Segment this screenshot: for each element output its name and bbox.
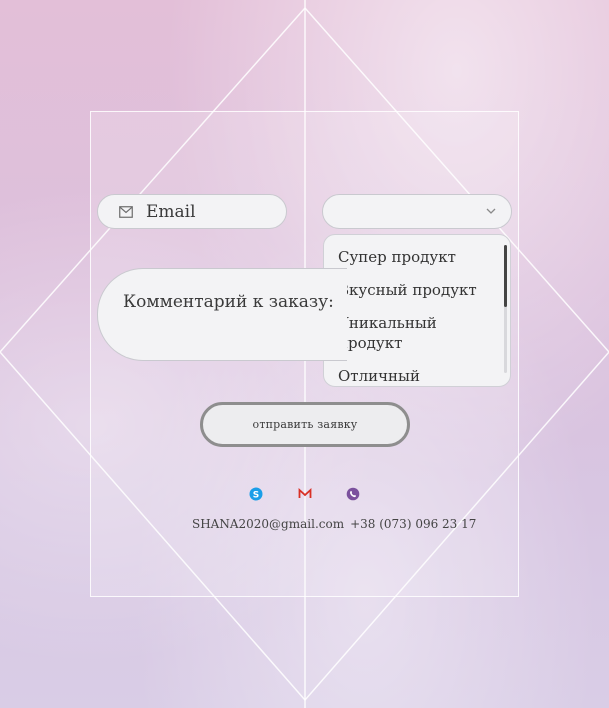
- product-option[interactable]: Уникальный продукт: [338, 313, 448, 353]
- email-placeholder: Email: [146, 202, 196, 222]
- product-select[interactable]: [322, 194, 512, 229]
- contact-phone[interactable]: +38 (073) 096 23 17: [350, 517, 476, 531]
- product-dropdown-list[interactable]: Супер продукт Вкусный продукт Уникальный…: [323, 234, 511, 387]
- contact-email[interactable]: SHANA2020@gmail.com: [192, 517, 344, 531]
- dropdown-scrollbar-thumb[interactable]: [504, 245, 507, 307]
- gmail-icon[interactable]: [298, 487, 312, 501]
- product-option[interactable]: Вкусный продукт: [338, 280, 488, 300]
- submit-button-label: отправить заявку: [252, 418, 358, 431]
- comment-field[interactable]: Комментарий к заказу:: [97, 268, 347, 361]
- comment-placeholder: Комментарий к заказу:: [123, 292, 334, 312]
- product-option[interactable]: Супер продукт: [338, 247, 488, 267]
- viber-icon[interactable]: [346, 487, 360, 501]
- submit-button[interactable]: отправить заявку: [200, 402, 410, 447]
- skype-icon[interactable]: S: [249, 487, 263, 501]
- contact-info: SHANA2020@gmail.com +38 (073) 096 23 17: [192, 517, 476, 531]
- chevron-down-icon: [486, 208, 496, 214]
- product-option[interactable]: Отличный продукт: [338, 366, 488, 386]
- mail-icon: [119, 206, 133, 218]
- svg-text:S: S: [253, 491, 259, 501]
- email-field[interactable]: Email: [97, 194, 287, 229]
